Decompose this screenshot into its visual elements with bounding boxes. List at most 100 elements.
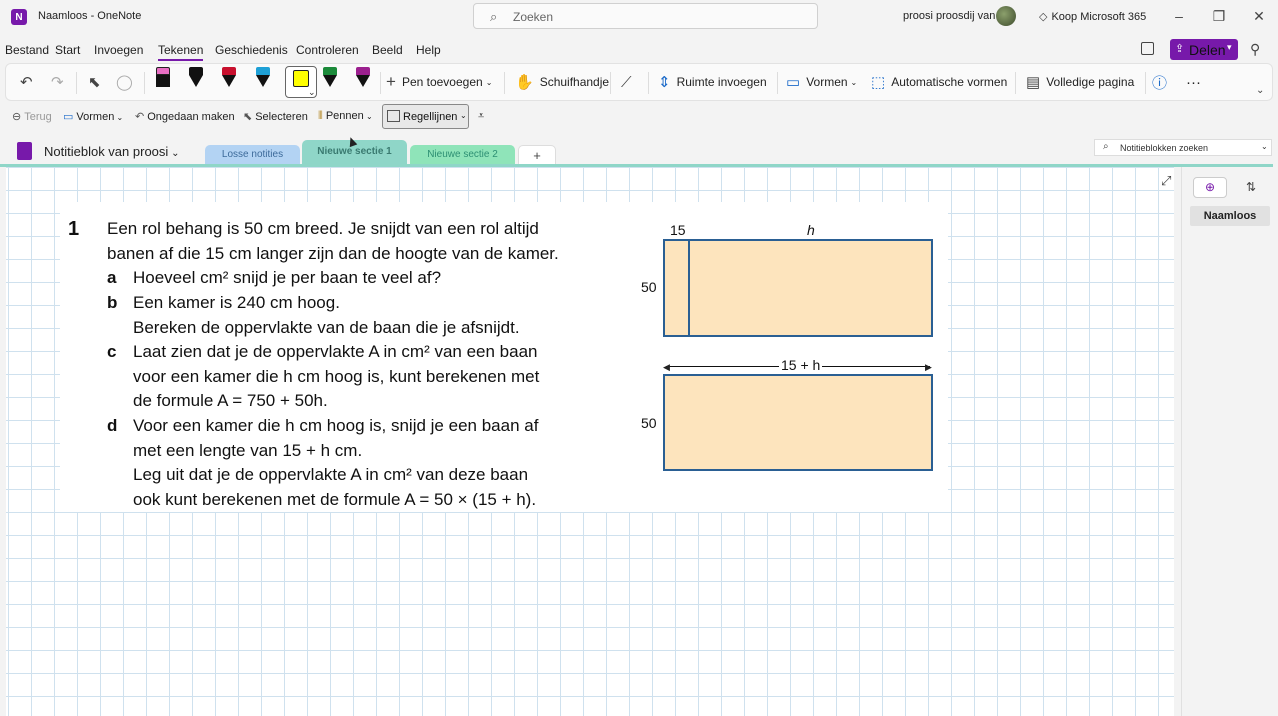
notebook-name: Notitieblok van proosi: [44, 144, 169, 159]
letter-d: d: [107, 416, 118, 435]
restore-button[interactable]: ❐: [1211, 8, 1227, 24]
green-pen[interactable]: [323, 67, 337, 91]
chevron-down-icon: ⌄: [850, 77, 858, 87]
share-label: Delen: [1189, 42, 1226, 58]
label-15-plus-h: 15 + h: [779, 357, 823, 373]
help-button[interactable]: ⓘ: [1152, 64, 1173, 100]
page-list-item[interactable]: Naamloos: [1190, 206, 1270, 226]
ruler-button[interactable]: ⟋: [621, 64, 638, 100]
menu-help[interactable]: Help: [416, 43, 441, 57]
pen-green-icon: [323, 67, 337, 75]
label-15: 15: [670, 222, 686, 238]
select-tool-button[interactable]: ⬉: [88, 64, 107, 100]
undo-icon: ↶: [20, 74, 33, 91]
search-icon: ⌕: [490, 9, 498, 24]
notebook-view-icon[interactable]: [1141, 42, 1154, 55]
redo-button[interactable]: ↷: [51, 64, 70, 100]
insert-space-icon: ⇕: [658, 74, 671, 91]
qat-undo-button[interactable]: ↶ Ongedaan maken: [135, 110, 235, 123]
qat-select-label: Selecteren: [255, 111, 308, 123]
rule-lines-button[interactable]: Regellijnen ⌄: [382, 104, 469, 129]
add-section-button[interactable]: +: [518, 145, 556, 165]
ruler-icon: ⟋: [621, 73, 632, 91]
koop-label: Koop Microsoft 365: [1051, 11, 1147, 23]
sort-pages-icon[interactable]: ⇅: [1246, 180, 1256, 194]
eraser-pen[interactable]: [156, 67, 170, 91]
menu-invoegen[interactable]: Invoegen: [94, 43, 143, 57]
chevron-down-icon[interactable]: ▾: [1227, 42, 1232, 53]
highlighter-pen[interactable]: ⌄: [285, 66, 317, 98]
search-box[interactable]: ⌕ Zoeken: [473, 3, 818, 29]
pen-red-icon: [222, 67, 236, 75]
menu-bestand[interactable]: Bestand: [5, 43, 49, 57]
menu-beeld[interactable]: Beeld: [372, 43, 403, 57]
ribbon-expand-icon[interactable]: ⌄: [1256, 85, 1264, 96]
qat-select-button[interactable]: ⬉ Selecteren: [243, 110, 308, 123]
lasso-icon: ◯: [116, 74, 133, 91]
plus-icon: +: [386, 72, 396, 91]
expand-icon[interactable]: ⤢: [1161, 173, 1171, 189]
undo-button[interactable]: ↶: [20, 64, 39, 100]
menu-controleren[interactable]: Controleren: [296, 43, 359, 57]
menu-tekenen[interactable]: Tekenen: [158, 43, 204, 61]
insert-space-button[interactable]: ⇕ Ruimte invoegen: [658, 64, 767, 100]
avatar[interactable]: [996, 6, 1016, 26]
pen-tip: [189, 75, 203, 87]
arrow-left-icon: ◀: [663, 362, 670, 372]
highlighter-yellow-icon: [293, 70, 309, 87]
exercise-line: Voor een kamer die h cm hoog is, snijd j…: [133, 416, 539, 435]
share-icon: ⇪: [1175, 43, 1185, 55]
pointer-icon: ⬉: [243, 111, 253, 123]
purple-pen[interactable]: [356, 67, 370, 91]
chevron-down-icon: ⌄: [363, 112, 373, 121]
blue-pen[interactable]: [256, 67, 270, 91]
qat-pens-button[interactable]: ⦀ Pennen ⌄: [318, 110, 373, 123]
pen-blue-icon: [256, 67, 270, 75]
menu-start[interactable]: Start: [55, 43, 80, 57]
feed-icon[interactable]: ⚲: [1250, 41, 1260, 58]
back-button[interactable]: ⊖ Terug: [12, 110, 52, 123]
title-bar: N Naamloos - OneNote ⌕ Zoeken proosi pro…: [0, 0, 1278, 34]
tab-losse-notities[interactable]: Losse notities: [205, 145, 300, 165]
exercise-line: voor een kamer die h cm hoog is, kunt be…: [133, 367, 540, 386]
more-button[interactable]: ···: [1186, 64, 1201, 100]
add-pen-button[interactable]: + Pen toevoegen ⌄: [386, 64, 492, 100]
divider: [610, 72, 611, 94]
shapes-button[interactable]: ▭ Vormen ⌄: [786, 64, 857, 100]
share-button[interactable]: ⇪ Delen ▾: [1170, 39, 1238, 60]
divider: [1145, 72, 1146, 94]
auto-shapes-button[interactable]: ⬚ Automatische vormen: [871, 64, 1007, 100]
black-pen[interactable]: [189, 67, 203, 91]
qat-undo-label: Ongedaan maken: [147, 111, 235, 123]
notebook-search[interactable]: ⌕ Notitieblokken zoeken ⌄: [1094, 139, 1272, 156]
koop-microsoft-button[interactable]: ◇ Koop Microsoft 365: [1039, 10, 1146, 23]
pen-tip: [356, 75, 370, 87]
hand-tool-button[interactable]: ✋ Schuifhandje: [515, 64, 609, 100]
close-button[interactable]: ✕: [1251, 8, 1267, 24]
auto-shapes-icon: ⬚: [871, 74, 886, 91]
qat-customize-button[interactable]: ⩡: [478, 110, 484, 123]
exercise-line: Bereken de oppervlakte van de baan die j…: [133, 318, 520, 337]
menu-geschiedenis[interactable]: Geschiedenis: [215, 43, 288, 57]
auto-shapes-label: Automatische vormen: [891, 75, 1008, 89]
pen-black-icon: [189, 67, 203, 75]
eraser-icon: [156, 67, 170, 75]
redo-icon: ↷: [51, 74, 64, 91]
qat-shapes-button[interactable]: ▭ Vormen ⌄: [63, 110, 123, 123]
chevron-down-icon: ⌄: [114, 113, 124, 122]
red-pen[interactable]: [222, 67, 236, 91]
chevron-down-icon: ⌄: [485, 77, 493, 87]
lasso-tool-button[interactable]: ◯: [116, 64, 139, 100]
label-h: h: [807, 222, 815, 238]
full-page-button[interactable]: ▤ Volledige pagina: [1026, 64, 1134, 100]
user-name[interactable]: proosi proosdij van: [903, 10, 995, 22]
minimize-button[interactable]: –: [1171, 8, 1187, 24]
notebook-search-placeholder: Notitieblokken zoeken: [1120, 143, 1209, 153]
qat-shapes-label: Vormen: [76, 111, 115, 123]
exercise-line: de formule A = 750 + 50h.: [133, 391, 328, 410]
notebook-selector[interactable]: Notitieblok van proosi ⌄: [44, 144, 179, 159]
hand-icon: ✋: [515, 74, 534, 91]
tab-nieuwe-sectie-2[interactable]: Nieuwe sectie 2: [410, 145, 515, 165]
pages-panel: [1181, 167, 1278, 716]
add-page-button[interactable]: ⊕: [1193, 177, 1227, 198]
